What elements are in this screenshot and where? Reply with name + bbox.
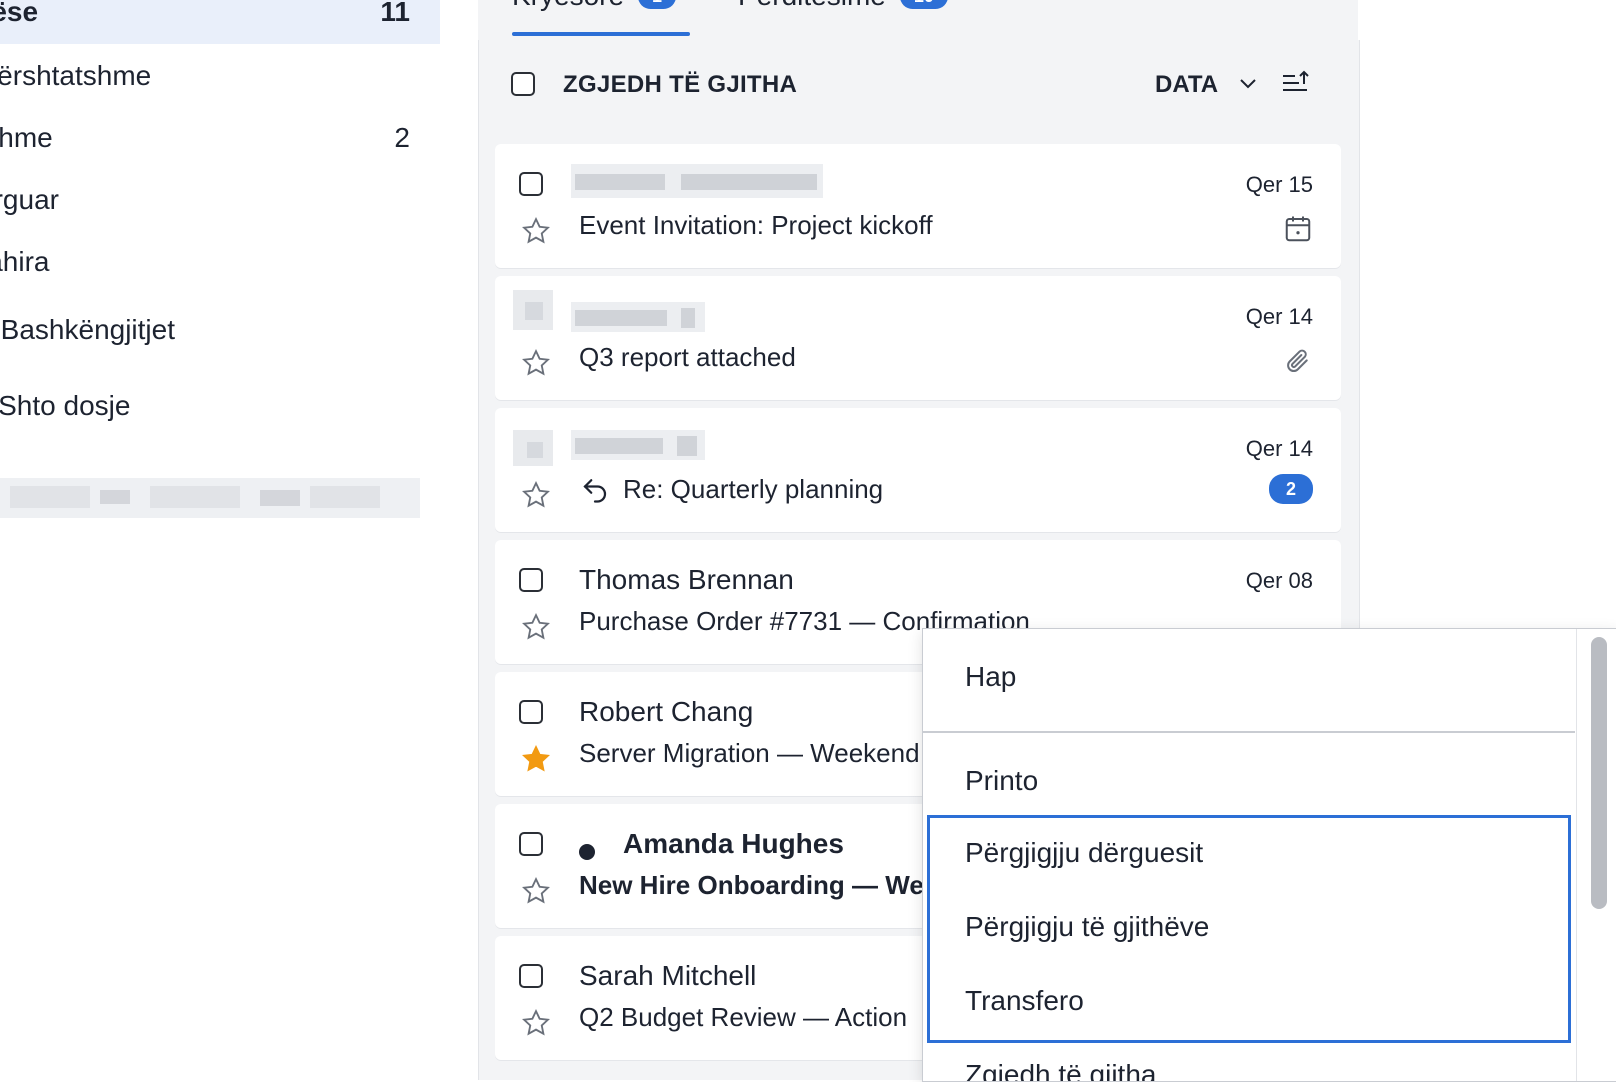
tab-badge: 1 (638, 0, 677, 9)
email-subject: Event Invitation: Project kickoff (579, 210, 933, 240)
email-subject: Q3 report attached (579, 342, 796, 372)
sidebar-item-inbox[interactable]: Kutia hyrëse 11 (0, 0, 440, 44)
menu-scrollbar-track (1576, 629, 1577, 1081)
email-subject: New Hire Onboarding — Week (579, 870, 953, 900)
email-subject: Q2 Budget Review — Action (579, 1002, 908, 1032)
tab-label: Kryesore (512, 0, 624, 12)
sort-dropdown[interactable]: DATA (1155, 71, 1218, 99)
sort-order-icon[interactable] (1281, 70, 1311, 98)
star-icon[interactable] (521, 480, 551, 510)
active-tab-indicator (512, 32, 690, 36)
sidebar-item-attachments[interactable]: Me Bashkëngjitjet (0, 298, 440, 362)
menu-item-open[interactable]: Hap (965, 661, 1016, 693)
menu-divider (923, 731, 1575, 733)
email-sender: Thomas Brennan (579, 564, 794, 595)
sidebar-item-archive[interactable]: Të shkëmbyera / mbahira (0, 230, 440, 294)
sidebar: Kutia hyrëse 11 Të papërshtatshme Të rën… (0, 0, 478, 1080)
tab-badge: 10 (899, 0, 948, 9)
reply-icon (583, 479, 607, 503)
sidebar-item-label: + Shto dosje (0, 390, 131, 421)
redacted-avatar (513, 430, 553, 466)
email-subject: Re: Quarterly planning (623, 474, 884, 504)
calendar-icon (1285, 216, 1311, 242)
select-all-checkbox[interactable] (511, 72, 535, 96)
redacted-sender (571, 302, 705, 332)
email-row[interactable]: Q3 report attached Qer 14 (495, 276, 1341, 400)
menu-item-print[interactable]: Printo (965, 765, 1038, 797)
email-date: Qer 08 (1245, 568, 1313, 593)
star-icon[interactable] (521, 1008, 551, 1038)
row-checkbox[interactable] (519, 700, 543, 724)
sidebar-item-label: Të rëndësishme (0, 122, 53, 153)
sidebar-item-label: Të papërshtatshme (0, 60, 152, 91)
list-toolbar: ZGJEDH TË GJITHA DATA (479, 40, 1359, 128)
menu-item-reply-sender[interactable]: Përgjigjju dërguesit (965, 837, 1203, 869)
row-checkbox[interactable] (519, 568, 543, 592)
star-icon[interactable] (521, 216, 551, 246)
sidebar-item-label: Të dërguar (0, 184, 59, 215)
menu-item-select-all[interactable]: Zgjedh të gjitha (965, 1059, 1156, 1081)
tab-primary[interactable]: Kryesore 1 (512, 0, 677, 12)
redacted-avatar (513, 290, 553, 330)
email-sender: Robert Chang (579, 696, 754, 727)
email-date: Qer 14 (1245, 436, 1313, 461)
row-checkbox[interactable] (519, 964, 543, 988)
unread-dot (579, 844, 595, 860)
email-row[interactable]: Re: Quarterly planning Qer 14 2 (495, 408, 1341, 532)
email-subject: Server Migration — Weekend (579, 738, 920, 768)
tab-updates[interactable]: Përditësime 10 (738, 0, 948, 12)
tab-label: Përditësime (738, 0, 886, 12)
row-checkbox[interactable] (519, 832, 543, 856)
email-sender: Sarah Mitchell (579, 960, 757, 991)
add-folder-button[interactable]: + Shto dosje (0, 374, 440, 438)
star-icon[interactable] (521, 612, 551, 642)
star-icon[interactable] (521, 348, 551, 378)
redacted-sender (571, 164, 823, 198)
context-menu: Hap Printo Përgjigjju dërguesit Përgjigj… (922, 628, 1616, 1082)
sidebar-item-count: 2 (394, 122, 410, 153)
sidebar-item-label: Të shkëmbyera / mbahira (0, 246, 50, 277)
redacted-sender (571, 430, 705, 460)
menu-item-reply-all[interactable]: Përgjigju të gjithëve (965, 911, 1209, 943)
sidebar-item-sent[interactable]: Të dërguar (0, 168, 440, 232)
select-all-label: ZGJEDH TË GJITHA (563, 71, 798, 98)
star-icon[interactable] (521, 876, 551, 906)
redacted-account-line (0, 478, 420, 518)
thread-count-badge: 2 (1269, 474, 1313, 504)
menu-item-forward[interactable]: Transfero (965, 985, 1084, 1017)
sidebar-item-inappropriate[interactable]: Të papërshtatshme (0, 44, 440, 108)
email-date: Qer 15 (1245, 172, 1313, 197)
menu-scrollbar[interactable] (1591, 637, 1607, 909)
star-filled-icon[interactable] (521, 744, 551, 774)
email-date: Qer 14 (1245, 304, 1313, 329)
sidebar-item-label: Kutia hyrëse (0, 0, 39, 27)
sidebar-item-important[interactable]: Të rëndësishme 2 (0, 106, 440, 170)
email-row[interactable]: Event Invitation: Project kickoff Qer 15 (495, 144, 1341, 268)
sidebar-item-count: 11 (380, 0, 410, 27)
paperclip-icon (1287, 349, 1308, 373)
sidebar-item-label: Me Bashkëngjitjet (0, 314, 176, 345)
email-sender: Amanda Hughes (623, 828, 844, 859)
row-checkbox[interactable] (519, 172, 543, 196)
chevron-down-icon[interactable] (1237, 72, 1259, 94)
